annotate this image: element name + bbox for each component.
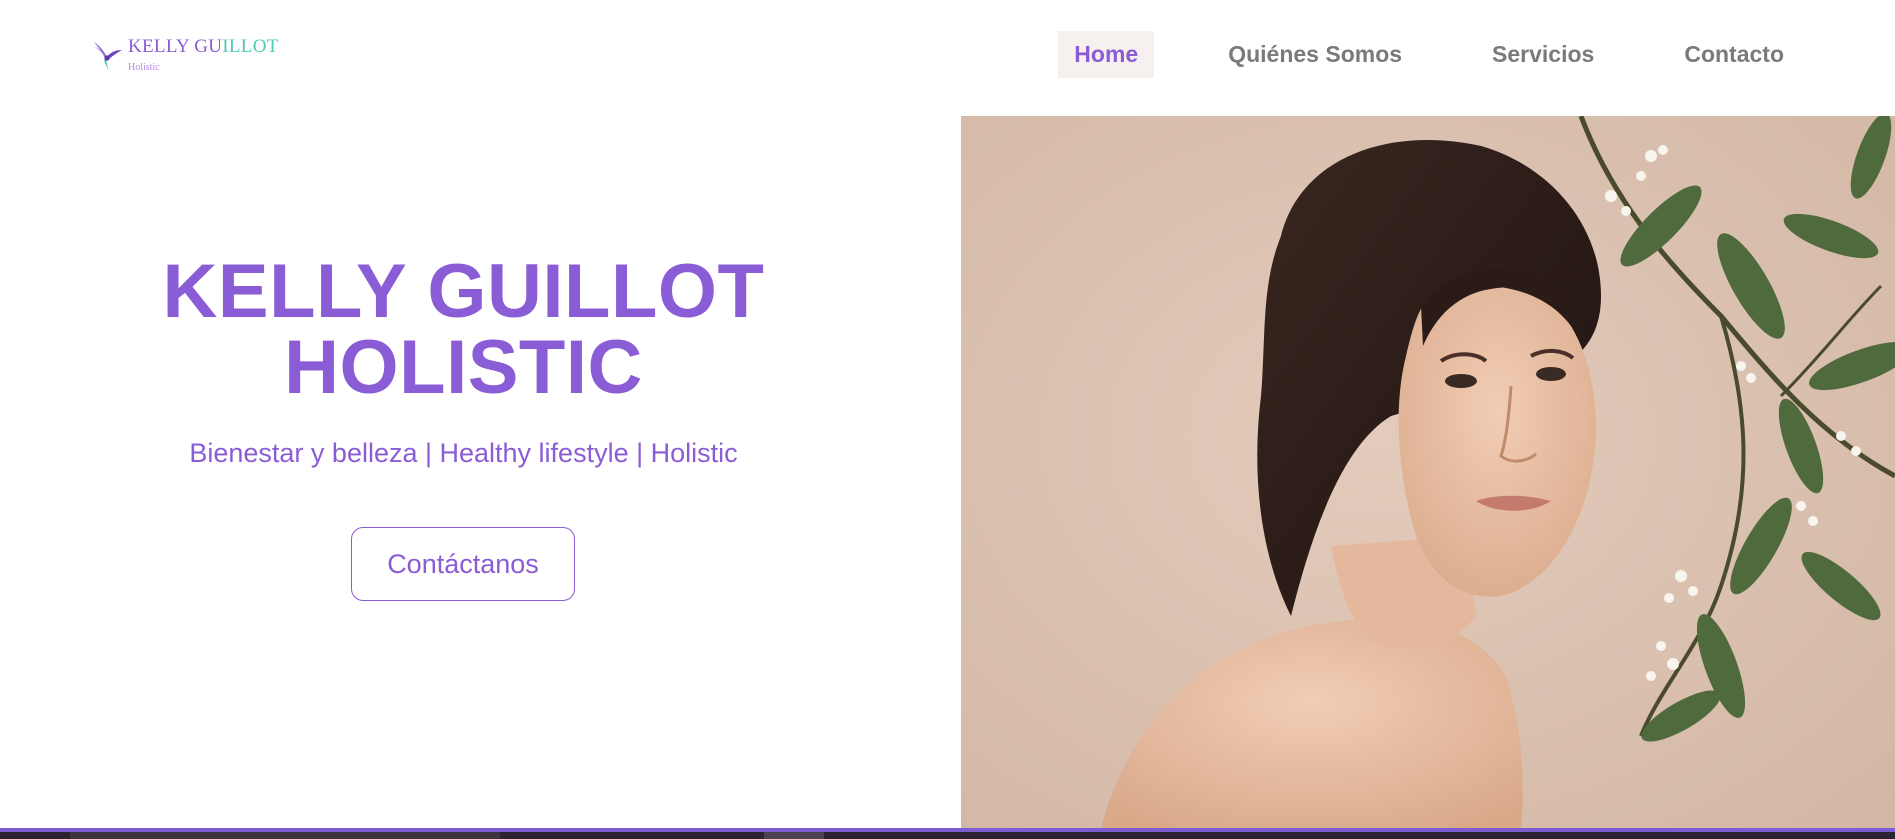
main-nav: Home Quiénes Somos Servicios Contacto [1058, 31, 1800, 78]
nav-item-servicios[interactable]: Servicios [1476, 31, 1610, 78]
page: KELLY GUILLOT Holistic Home Quiénes Somo… [0, 0, 1895, 839]
hero-title-line2: HOLISTIC [284, 325, 643, 410]
woman-with-flowering-branch-photo [961, 116, 1895, 828]
bottom-bar [0, 828, 1895, 839]
hero-title: KELLY GUILLOT HOLISTIC [0, 254, 927, 406]
hero-tagline: Bienestar y belleza | Healthy lifestyle … [189, 438, 738, 468]
hero-section: KELLY GUILLOT HOLISTIC Bienestar y belle… [0, 116, 960, 828]
bottom-bar-segment [764, 832, 824, 839]
logo-subtitle: Holistic [128, 62, 160, 73]
contact-button[interactable]: Contáctanos [351, 527, 575, 601]
hero-photo [961, 116, 1895, 828]
logo-wordmark: KELLY GUILLOT [128, 36, 279, 58]
hummingbird-icon [92, 42, 122, 73]
bottom-bar-segment [70, 832, 500, 839]
nav-item-quienes-somos[interactable]: Quiénes Somos [1212, 31, 1418, 78]
nav-item-contacto[interactable]: Contacto [1668, 31, 1800, 78]
nav-item-home[interactable]: Home [1058, 31, 1155, 78]
hero-title-line1: KELLY GUILLOT [162, 249, 765, 334]
logo-name-teal: ILLOT [222, 36, 279, 57]
logo-name-purple: KELLY GU [128, 36, 223, 57]
site-logo[interactable]: KELLY GUILLOT Holistic [90, 36, 279, 74]
